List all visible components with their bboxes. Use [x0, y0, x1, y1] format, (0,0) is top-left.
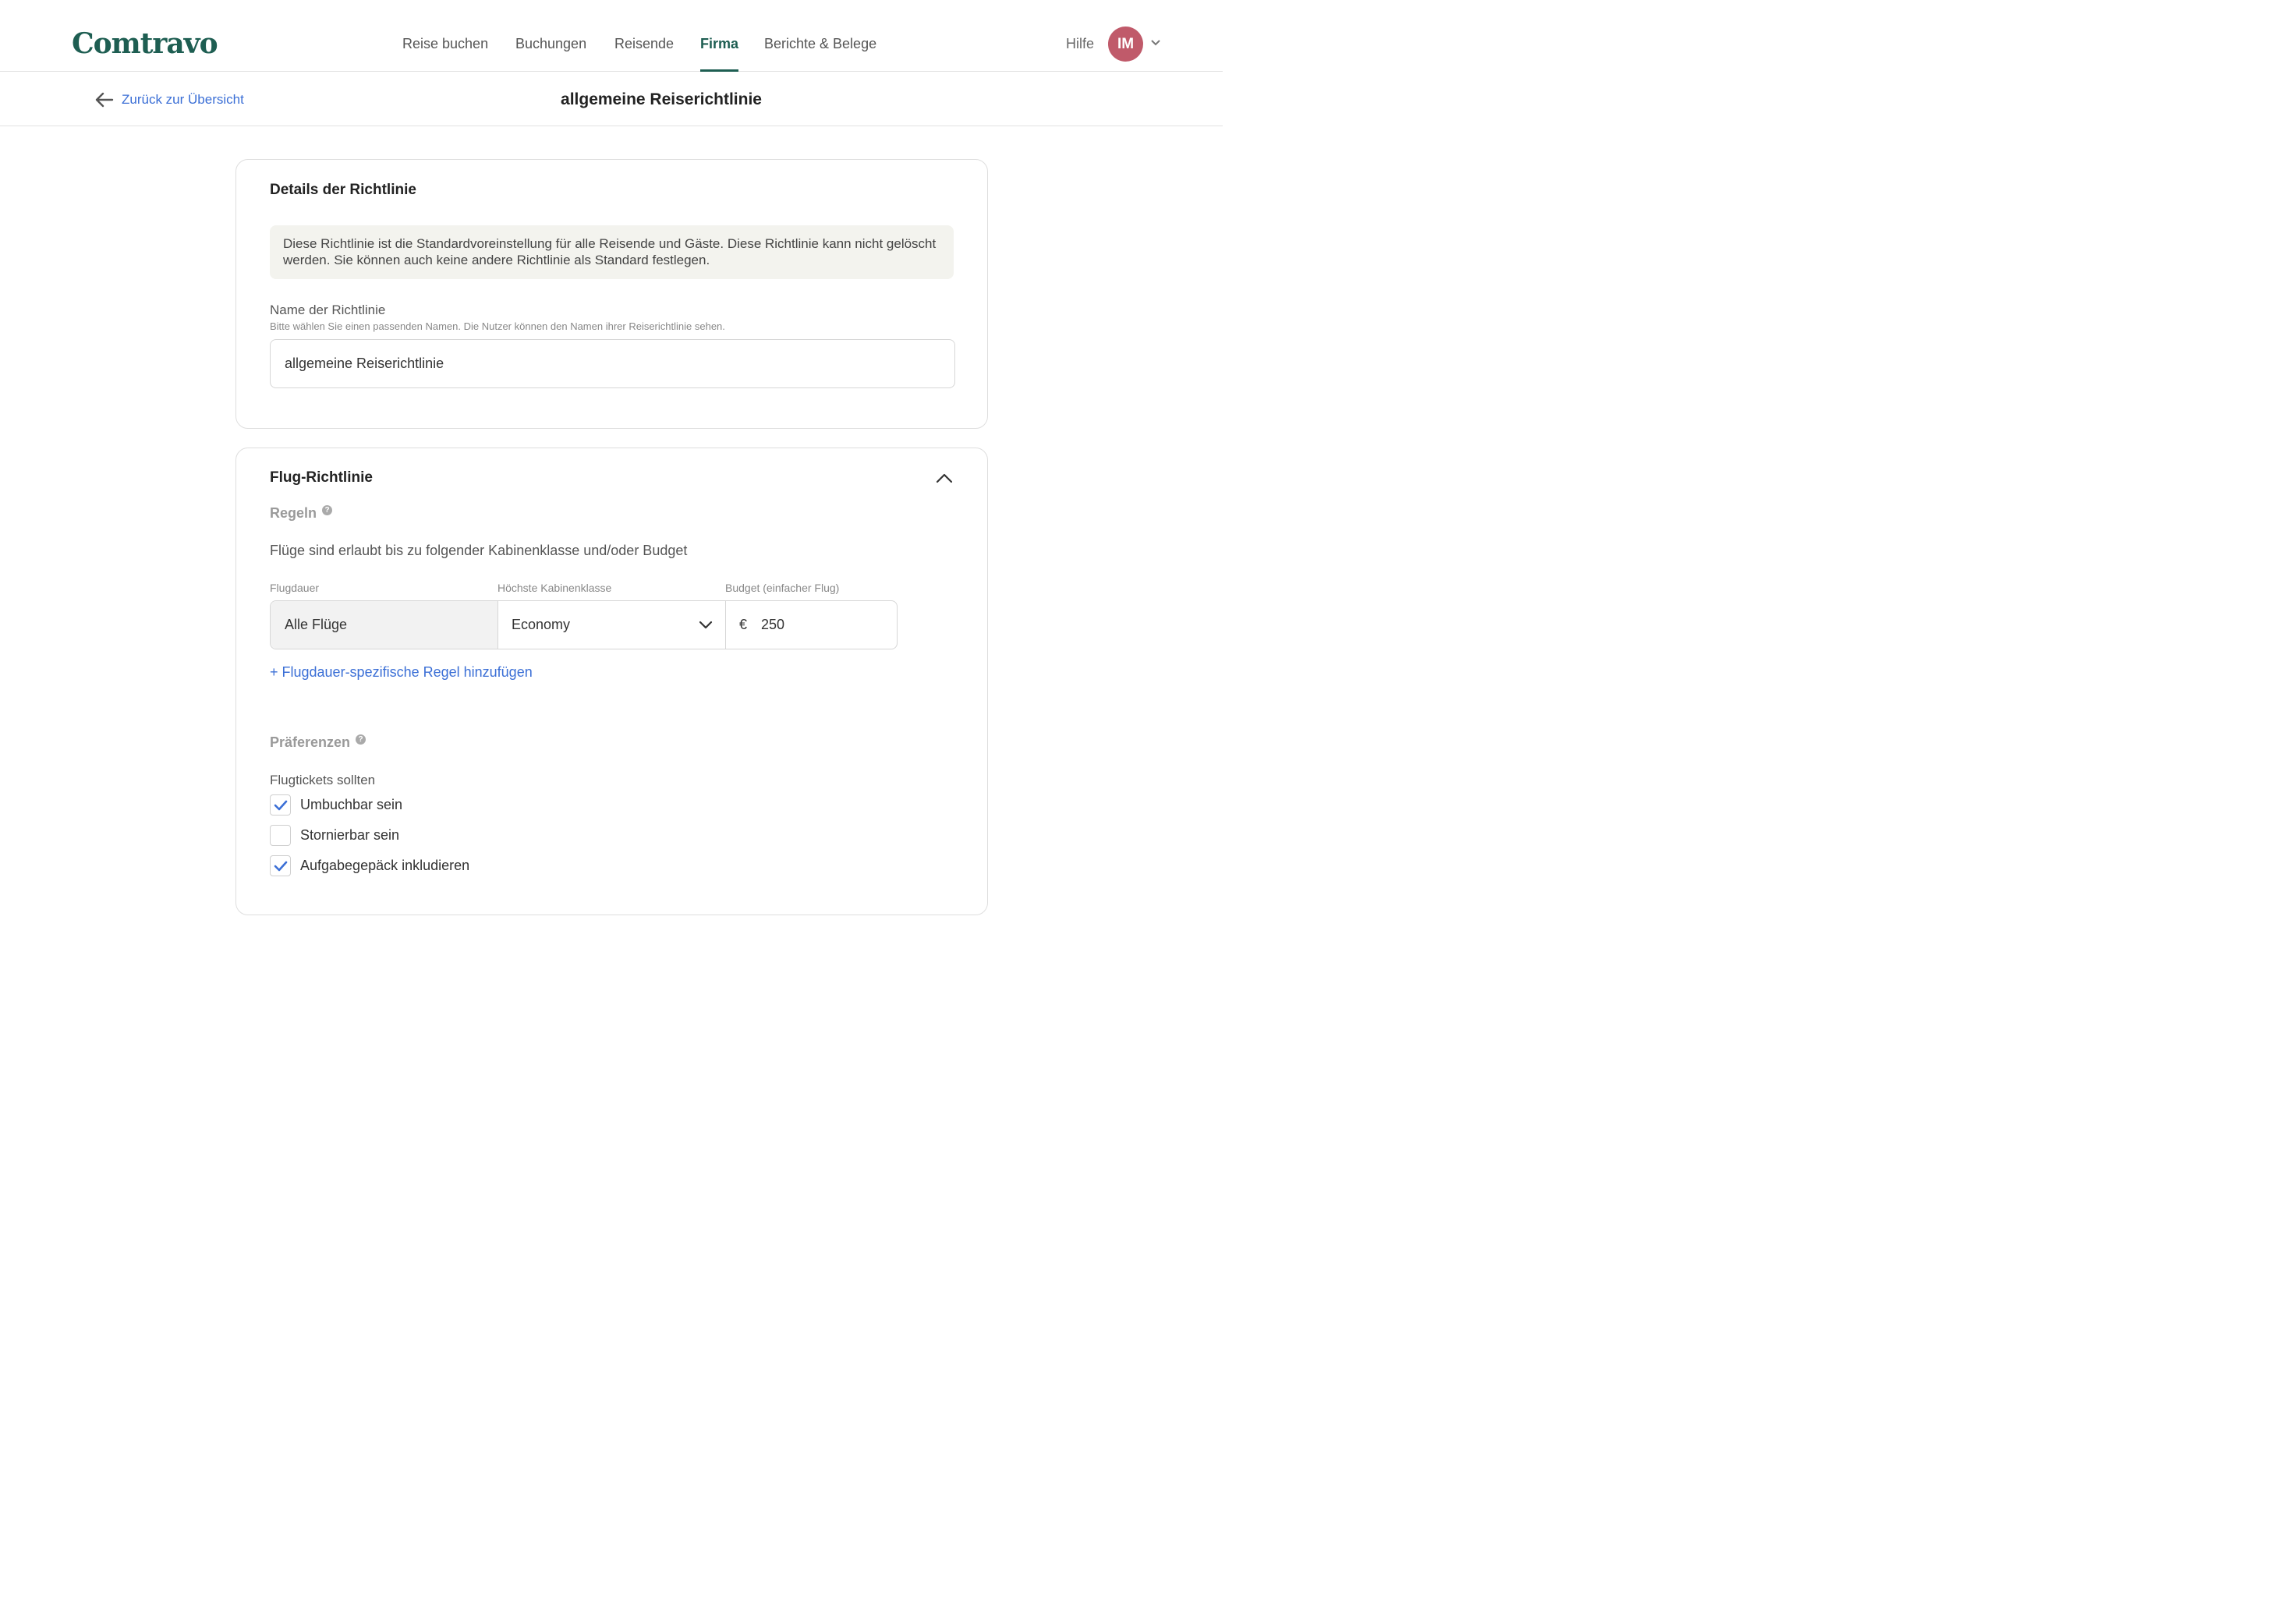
flight-duration-field: Alle Flüge	[271, 601, 498, 649]
chevron-down-icon	[699, 621, 713, 629]
help-icon[interactable]: ?	[322, 505, 333, 515]
add-duration-rule-link[interactable]: + Flugdauer-spezifische Regel hinzufügen	[270, 663, 533, 681]
checked-baggage-label: Aufgabegepäck inkludieren	[300, 858, 470, 873]
checkmark-icon	[274, 800, 288, 811]
nav-item-berichte-belege[interactable]: Berichte & Belege	[764, 0, 876, 72]
flight-policy-card: Flug-Richtlinie Regeln? Flüge sind erlau…	[235, 448, 988, 915]
cancellable-checkbox[interactable]	[270, 825, 291, 846]
option-rebookable[interactable]: Umbuchbar sein	[270, 794, 402, 816]
nav-item-reise-buchen[interactable]: Reise buchen	[402, 0, 488, 72]
top-navigation: Comtravo Reise buchen Buchungen Reisende…	[0, 0, 1223, 73]
flight-duration-column-label: Flugdauer	[270, 582, 320, 594]
cancellable-label: Stornierbar sein	[300, 827, 400, 843]
help-icon[interactable]: ?	[356, 734, 366, 745]
policy-name-input[interactable]	[270, 339, 955, 388]
rebookable-checkbox[interactable]	[270, 794, 291, 816]
rules-label: Regeln	[270, 505, 317, 521]
nav-item-reisende[interactable]: Reisende	[614, 0, 674, 72]
rules-description: Flüge sind erlaubt bis zu folgender Kabi…	[270, 543, 688, 558]
cabin-class-column-label: Höchste Kabinenklasse	[498, 582, 612, 594]
rules-section-label: Regeln?	[270, 504, 333, 522]
budget-input[interactable]: € 250	[726, 601, 897, 649]
nav-item-buchungen[interactable]: Buchungen	[515, 0, 586, 72]
nav-item-firma[interactable]: Firma	[700, 0, 739, 73]
budget-column-label: Budget (einfacher Flug)	[725, 582, 840, 594]
budget-value: 250	[761, 617, 785, 632]
checkmark-icon	[274, 861, 288, 872]
flight-policy-title: Flug-Richtlinie	[270, 469, 373, 486]
policy-name-hint: Bitte wählen Sie einen passenden Namen. …	[270, 320, 725, 332]
policy-name-label: Name der Richtlinie	[270, 303, 386, 317]
checked-baggage-checkbox[interactable]	[270, 855, 291, 876]
chevron-down-icon[interactable]	[1151, 39, 1160, 47]
cabin-class-select[interactable]: Economy	[498, 601, 726, 649]
rebookable-label: Umbuchbar sein	[300, 797, 403, 812]
preferences-label: Präferenzen	[270, 734, 351, 750]
chevron-up-icon[interactable]	[935, 470, 954, 486]
page-title: allgemeine Reiserichtlinie	[561, 90, 762, 108]
option-cancellable[interactable]: Stornierbar sein	[270, 825, 399, 846]
currency-symbol: €	[739, 617, 748, 632]
comtravo-logo[interactable]: Comtravo	[72, 25, 218, 62]
option-checked-baggage[interactable]: Aufgabegepäck inkludieren	[270, 855, 469, 876]
preferences-section-label: Präferenzen?	[270, 734, 366, 751]
help-link[interactable]: Hilfe	[1066, 36, 1094, 51]
page-subheader: Zurück zur Übersicht allgemeine Reiseric…	[0, 72, 1223, 126]
cabin-class-value: Economy	[512, 617, 571, 632]
flight-rule-row: Alle Flüge Economy € 250	[270, 600, 898, 649]
default-policy-notice: Diese Richtlinie ist die Standardvoreins…	[270, 225, 954, 279]
user-avatar[interactable]: IM	[1108, 27, 1143, 62]
tickets-should-label: Flugtickets sollten	[270, 773, 376, 787]
policy-details-card: Details der Richtlinie Diese Richtlinie …	[235, 159, 988, 429]
policy-details-title: Details der Richtlinie	[270, 182, 416, 198]
